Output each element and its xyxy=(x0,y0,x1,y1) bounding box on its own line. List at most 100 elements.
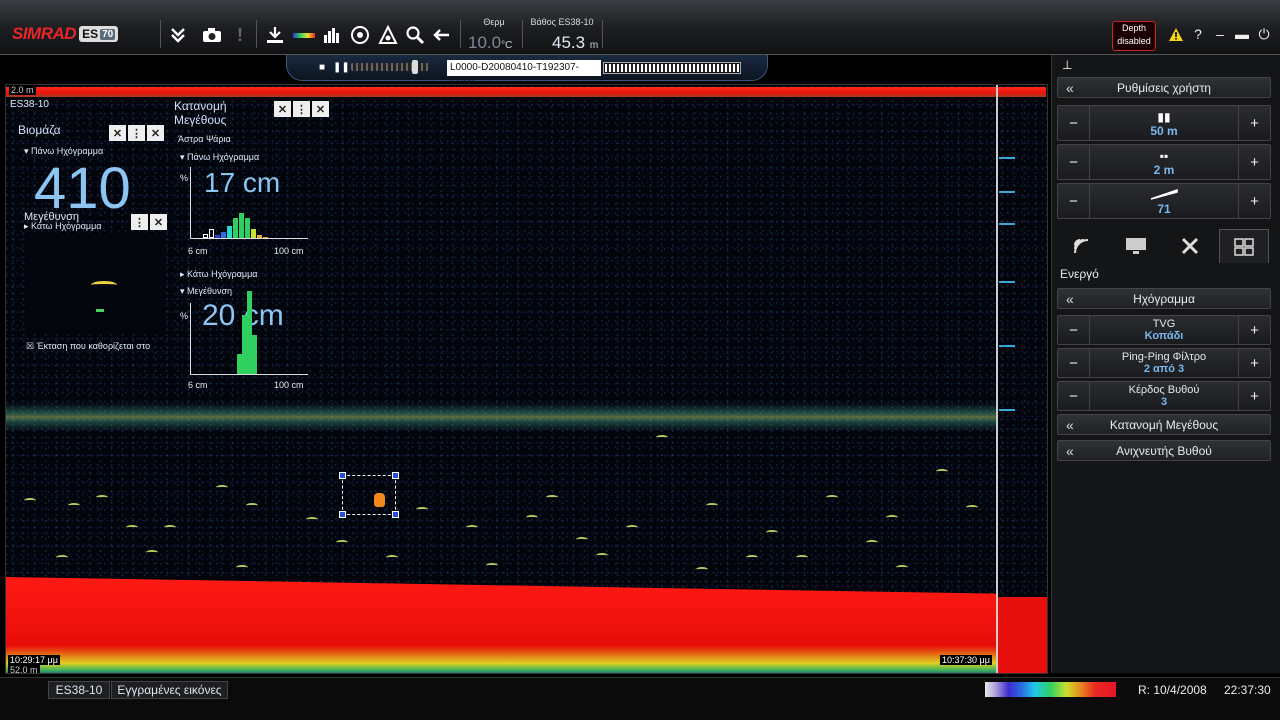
resize-handle[interactable] xyxy=(339,511,346,518)
fish-echo xyxy=(246,503,258,508)
sounder-icon[interactable] xyxy=(375,23,401,47)
fish-echo xyxy=(866,540,878,545)
ping-filter-decrease-button[interactable]: − xyxy=(1058,349,1090,377)
toolbar-divider xyxy=(460,20,461,48)
fish-echo xyxy=(336,540,348,545)
power-icon[interactable]: ⏻ xyxy=(1256,26,1272,42)
start-depth-stepper: − ▪▪ 2 m + xyxy=(1057,144,1271,180)
size-lower-echogram[interactable]: ▸ Κάτω Ηχόγραμμα xyxy=(180,269,257,280)
ping-filter-increase-button[interactable]: + xyxy=(1238,349,1270,377)
size-distribution-header[interactable]: « Κατανομή Μεγέθους xyxy=(1057,414,1271,435)
help-icon[interactable]: ? xyxy=(1190,26,1206,42)
toolbar-divider xyxy=(160,20,161,48)
camera-icon[interactable] xyxy=(199,23,225,47)
fish-echo xyxy=(796,555,808,560)
fish-layer xyxy=(6,403,996,431)
fish-echo xyxy=(146,550,158,555)
gain-increase-button[interactable]: + xyxy=(1238,184,1270,218)
warning-icon[interactable] xyxy=(1168,26,1184,42)
sonar-icon[interactable] xyxy=(1057,229,1107,263)
user-settings-header[interactable]: « Ρυθμίσεις χρήστη xyxy=(1057,77,1271,98)
fish-echo xyxy=(486,563,498,568)
split-icon[interactable]: ⋮ xyxy=(131,214,148,230)
fish-echo xyxy=(236,565,248,570)
temperature-label: Θερμ xyxy=(483,17,505,27)
compass-icon[interactable] xyxy=(347,23,373,47)
bar-chart-icon[interactable] xyxy=(319,23,345,47)
playback-speed-slider[interactable] xyxy=(351,60,429,74)
bottom-detector-header[interactable]: « Ανιχνευτής Βυθού xyxy=(1057,440,1271,461)
slider-knob[interactable] xyxy=(412,60,419,74)
layout-icon[interactable] xyxy=(1219,229,1269,263)
maximize-icon[interactable]: ▬ xyxy=(1234,26,1250,42)
fish-echo xyxy=(386,555,398,560)
split-icon[interactable]: ⋮ xyxy=(128,125,145,141)
pause-icon[interactable]: ❚❚ xyxy=(333,62,350,73)
user-settings-label: Ρυθμίσεις χρήστη xyxy=(1117,81,1211,95)
fish-echo xyxy=(896,565,908,570)
range-increase-button[interactable]: + xyxy=(1238,106,1270,140)
stop-icon[interactable]: ■ xyxy=(319,62,325,73)
close-icon[interactable]: ✕ xyxy=(147,125,164,141)
toolbar-divider xyxy=(256,20,257,48)
size-title-2: Μεγέθους xyxy=(174,113,227,127)
biomass-lower-echogram[interactable]: ▸ Κάτω Ηχόγραμμα xyxy=(24,221,101,232)
zoom-echogram[interactable] xyxy=(26,233,166,333)
status-recorded-images-tab[interactable]: Εγγραμένες εικόνες xyxy=(111,681,228,699)
echogram-view[interactable]: 2.0 m 10:29:17 μμ 52.0 m 10:37:30 μμ ES3… xyxy=(5,84,1048,674)
temperature-value: 10.0°C xyxy=(468,33,513,52)
depth-disabled-badge[interactable]: Depth disabled xyxy=(1112,21,1156,51)
settings-tools-icon[interactable]: ✕ xyxy=(109,125,126,141)
bottom-gain-increase-button[interactable]: + xyxy=(1238,382,1270,410)
resize-handle[interactable] xyxy=(392,511,399,518)
histogram-bar xyxy=(245,218,250,238)
minimize-icon[interactable]: – xyxy=(1212,26,1228,42)
bottom-gain-decrease-button[interactable]: − xyxy=(1058,382,1090,410)
color-bar-icon[interactable] xyxy=(291,23,317,47)
tvg-increase-button[interactable]: + xyxy=(1238,316,1270,344)
search-icon[interactable] xyxy=(402,23,428,47)
ping-filter-control: − Ping-Ping Φίλτρο 2 από 3 + xyxy=(1057,348,1271,378)
depth-warning-title: Depth xyxy=(1121,23,1147,33)
fish-echo xyxy=(936,469,948,474)
file-name-field[interactable]: L0000-D20080410-T192307-ES60 xyxy=(447,60,601,89)
monitor-icon[interactable] xyxy=(1111,229,1161,263)
playback-progress xyxy=(603,62,741,74)
tvg-control: − TVG Κοπάδι + xyxy=(1057,315,1271,345)
start-depth-increase-button[interactable]: + xyxy=(1238,145,1270,179)
download-icon[interactable] xyxy=(262,23,288,47)
resize-handle[interactable] xyxy=(339,472,346,479)
ping-echo-tick xyxy=(999,281,1015,283)
pin-icon[interactable]: ⊥ xyxy=(1062,58,1072,72)
close-icon[interactable]: ✕ xyxy=(312,101,329,117)
fish-echo xyxy=(306,517,318,522)
gain-value: 71 xyxy=(1157,202,1171,216)
bottom-gain-value: 3 xyxy=(1160,396,1168,408)
settings-tools-icon[interactable]: ✕ xyxy=(274,101,291,117)
histogram-bar xyxy=(251,229,256,238)
histogram-bar xyxy=(252,335,257,374)
single-fish-label: Άστρα Ψάρια xyxy=(178,134,231,144)
close-icon[interactable]: ✕ xyxy=(150,214,167,230)
right-control-panel: ⊥ « Ρυθμίσεις χρήστη − ▮▮ 50 m + − ▪▪ 2 … xyxy=(1051,55,1280,673)
range-checkbox[interactable]: ☒ Έκταση που καθορίζεται στο xyxy=(26,341,150,352)
status-channel-tab[interactable]: ES38-10 xyxy=(48,681,110,699)
ping-filter-value: 2 από 3 xyxy=(1143,363,1185,375)
tvg-decrease-button[interactable]: − xyxy=(1058,316,1090,344)
alert-icon[interactable]: ! xyxy=(227,23,253,47)
size-zoom[interactable]: ▾ Μεγέθυνση xyxy=(180,286,232,297)
histogram-bar xyxy=(227,226,232,238)
split-icon[interactable]: ⋮ xyxy=(293,101,310,117)
depth-label: Βάθος ES38-10 xyxy=(530,17,594,27)
chevrons-down-icon[interactable] xyxy=(165,23,191,47)
histogram-bar xyxy=(263,237,268,238)
size-upper-echogram[interactable]: ▾ Πάνω Ηχόγραμμα xyxy=(180,152,259,163)
start-depth-value: 2 m xyxy=(1153,163,1175,177)
undo-icon[interactable] xyxy=(429,23,455,47)
fish-echo xyxy=(626,525,638,530)
tools-icon[interactable] xyxy=(1165,229,1215,263)
status-time: 22:37:30 xyxy=(1224,683,1271,697)
echogram-header[interactable]: « Ηχόγραμμα xyxy=(1057,288,1271,309)
resize-handle[interactable] xyxy=(392,472,399,479)
zoom-selection-box[interactable] xyxy=(339,472,399,518)
